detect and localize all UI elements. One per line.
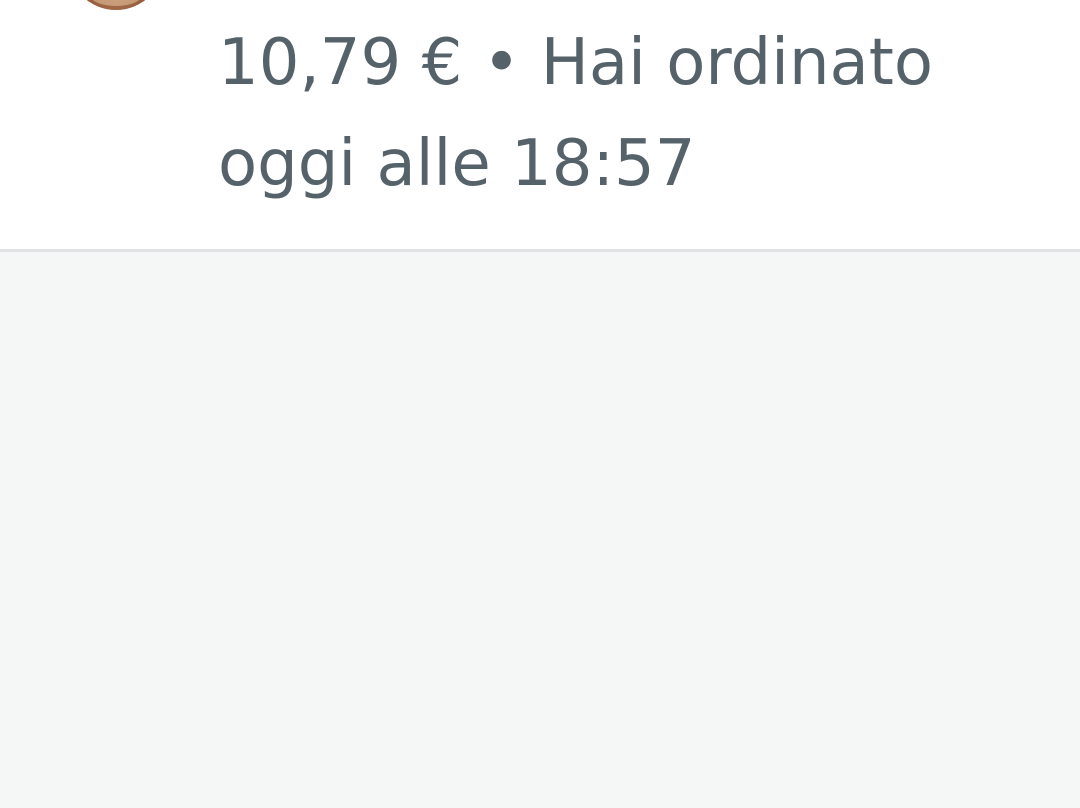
order-price: 10,79 € — [218, 26, 463, 100]
order-time: oggi alle 18:57 — [218, 127, 696, 201]
bullet-separator: • — [482, 26, 521, 100]
order-status-label: Hai ordinato — [540, 26, 933, 100]
order-summary: 10,79 € • Hai ordinato oggi alle 18:57 — [218, 13, 1038, 215]
food-thumbnail-image — [68, 0, 164, 10]
order-list-item[interactable]: 10,79 € • Hai ordinato oggi alle 18:57 — [0, 0, 1080, 252]
empty-content-area — [0, 252, 1080, 808]
